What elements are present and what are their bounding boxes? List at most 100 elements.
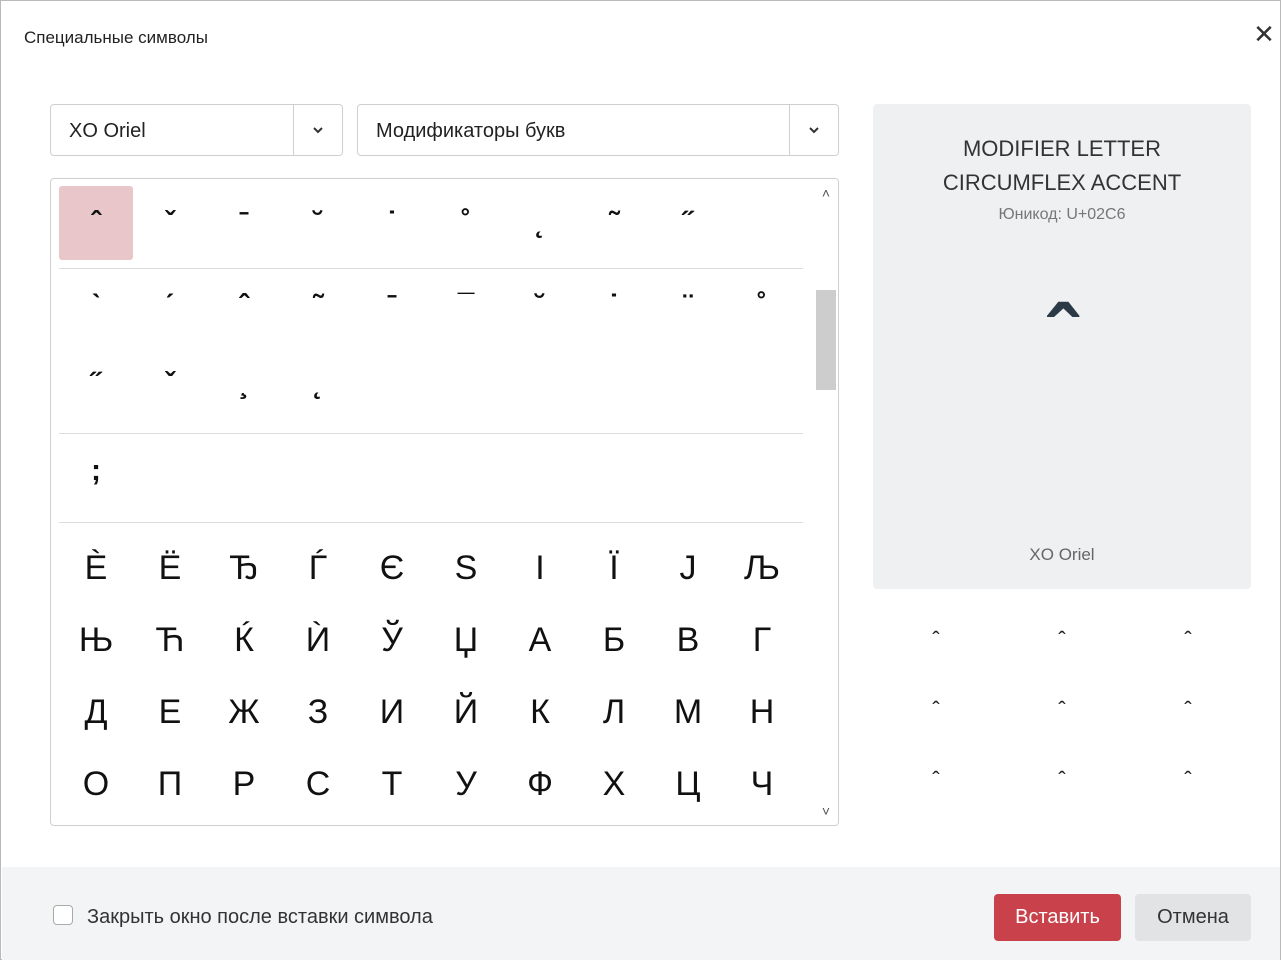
symbol-cell[interactable]: ¨: [651, 269, 725, 343]
symbol-cell[interactable]: И: [355, 676, 429, 748]
symbol-cell[interactable]: С: [281, 748, 355, 820]
close-icon[interactable]: ✕: [1251, 21, 1277, 47]
grid-row: ОПРСТУФХЦЧ: [59, 748, 803, 820]
dialog-title: Специальные символы: [24, 28, 208, 47]
variant-cell[interactable]: ˆ: [999, 606, 1125, 674]
preview-font-name: XO Oriel: [1029, 545, 1095, 564]
symbol-cell[interactable]: Ч: [725, 748, 799, 820]
symbol-cell[interactable]: ˝: [651, 186, 725, 260]
symbol-cell[interactable]: ˊ: [133, 269, 207, 343]
symbol-cell[interactable]: ˆ: [207, 269, 281, 343]
symbol-cell[interactable]: ˇ: [133, 347, 207, 421]
symbol-cell[interactable]: ˘: [503, 269, 577, 343]
symbol-cell[interactable]: ˚: [725, 269, 799, 343]
insert-button[interactable]: Вставить: [994, 894, 1121, 941]
symbol-cell[interactable]: Ќ: [207, 604, 281, 676]
symbol-cell[interactable]: Ђ: [207, 532, 281, 604]
symbol-cell[interactable]: ;: [59, 434, 133, 508]
symbol-cell[interactable]: ¸: [207, 347, 281, 421]
symbol-cell[interactable]: Ћ: [133, 604, 207, 676]
symbol-cell[interactable]: ˋ: [59, 269, 133, 343]
symbol-cell[interactable]: Ѐ: [59, 532, 133, 604]
variant-cell[interactable]: ˆ: [873, 746, 999, 814]
symbol-cell[interactable]: Т: [355, 748, 429, 820]
symbol-cell[interactable]: ˉ: [207, 186, 281, 260]
symbol-cell[interactable]: ˛: [503, 186, 577, 260]
cancel-button[interactable]: Отмена: [1135, 894, 1251, 941]
symbol-cell[interactable]: В: [651, 604, 725, 676]
symbol-cell[interactable]: А: [503, 604, 577, 676]
variant-cell[interactable]: ˆ: [873, 676, 999, 744]
font-variants: ˆˆˆˆˆˆˆˆˆ: [873, 606, 1251, 816]
symbol-cell[interactable]: Ј: [651, 532, 725, 604]
variant-cell[interactable]: ˆ: [1125, 676, 1251, 744]
symbol-cell[interactable]: ˜: [577, 186, 651, 260]
symbol-cell[interactable]: Ф: [503, 748, 577, 820]
symbol-cell[interactable]: Х: [577, 748, 651, 820]
symbol-cell[interactable]: Д: [59, 676, 133, 748]
symbol-grid: ˄ ˅ ˆ ˇ ˉ ˘ ˙ ˚ ˛ ˜ ˝ ˋ ˊ ˆ ˜ ˉ ¯ ˘ ˙ ¨ ˚ ˝ ˇ ¸ ˛; Ѐ Ё Ђ Ѓ Є Ѕ І Ї Ј Љ Њ Ћ…: [50, 178, 839, 826]
symbol-cell[interactable]: Б: [577, 604, 651, 676]
symbol-cell[interactable]: Н: [725, 676, 799, 748]
font-select[interactable]: XO Oriel: [50, 104, 343, 156]
symbol-cell[interactable]: Ѕ: [429, 532, 503, 604]
symbol-cell[interactable]: ¯: [429, 269, 503, 343]
close-after-insert-label: Закрыть окно после вставки символа: [87, 906, 433, 928]
variant-cell[interactable]: ˆ: [1125, 746, 1251, 814]
symbol-cell[interactable]: ˙: [577, 269, 651, 343]
variant-cell[interactable]: ˆ: [999, 746, 1125, 814]
symbol-cell[interactable]: У: [429, 748, 503, 820]
variant-cell[interactable]: ˆ: [873, 606, 999, 674]
symbol-cell[interactable]: І: [503, 532, 577, 604]
symbol-cell[interactable]: Љ: [725, 532, 799, 604]
symbol-cell[interactable]: М: [651, 676, 725, 748]
preview-symbol-name: MODIFIER LETTER CIRCUMFLEX ACCENT: [942, 136, 1182, 195]
category-select[interactable]: Модификаторы букв: [357, 104, 839, 156]
variant-cell[interactable]: ˆ: [999, 676, 1125, 744]
symbol-cell[interactable]: Е: [133, 676, 207, 748]
grid-row: ЊЋЌЍЎЏАБВГ: [59, 604, 803, 676]
scroll-up-icon[interactable]: ˄: [818, 185, 834, 201]
symbol-cell[interactable]: Ж: [207, 676, 281, 748]
symbol-cell[interactable]: Ў: [355, 604, 429, 676]
symbol-cell[interactable]: Њ: [59, 604, 133, 676]
grid-section: ;: [59, 434, 803, 523]
grid-row: ЀЁЂЃЄЅІЇЈЉ: [59, 532, 803, 604]
symbol-cell[interactable]: Г: [725, 604, 799, 676]
symbol-cell[interactable]: ˙: [355, 186, 429, 260]
close-after-insert-checkbox[interactable]: [53, 905, 73, 925]
symbol-cell[interactable]: Ѓ: [281, 532, 355, 604]
grid-scrollbar[interactable]: ˄ ˅: [814, 179, 838, 825]
symbol-cell[interactable]: З: [281, 676, 355, 748]
symbol-cell[interactable]: Є: [355, 532, 429, 604]
chevron-down-icon[interactable]: [293, 105, 342, 155]
symbol-cell[interactable]: ˇ: [133, 186, 207, 260]
symbol-cell[interactable]: ˛: [281, 347, 355, 421]
symbol-cell[interactable]: Й: [429, 676, 503, 748]
grid-row: ДЕЖЗИЙКЛМН: [59, 676, 803, 748]
symbol-cell[interactable]: ˉ: [355, 269, 429, 343]
symbol-cell[interactable]: К: [503, 676, 577, 748]
symbol-cell[interactable]: ˚: [429, 186, 503, 260]
chevron-down-icon[interactable]: [789, 105, 838, 155]
symbol-cell[interactable]: Ї: [577, 532, 651, 604]
variant-cell[interactable]: ˆ: [1125, 606, 1251, 674]
symbol-cell[interactable]: О: [59, 748, 133, 820]
symbol-cell[interactable]: Џ: [429, 604, 503, 676]
symbol-cell[interactable]: Л: [577, 676, 651, 748]
symbol-cell[interactable]: Ц: [651, 748, 725, 820]
symbol-cell[interactable]: Ѝ: [281, 604, 355, 676]
symbol-cell[interactable]: Ё: [133, 532, 207, 604]
symbol-cell[interactable]: ˘: [281, 186, 355, 260]
preview-glyph: ˆ: [1047, 289, 1077, 389]
scroll-thumb[interactable]: [816, 290, 836, 390]
grid-section: ˋ ˊ ˆ ˜ ˉ ¯ ˘ ˙ ¨ ˚ ˝ ˇ ¸ ˛: [59, 269, 803, 434]
symbol-cell[interactable]: ˆ: [59, 186, 133, 260]
grid-section: ˆ ˇ ˉ ˘ ˙ ˚ ˛ ˜ ˝: [59, 186, 803, 269]
symbol-cell[interactable]: П: [133, 748, 207, 820]
preview-unicode-code: Юникод: U+02C6: [998, 206, 1126, 223]
scroll-down-icon[interactable]: ˅: [818, 803, 834, 819]
symbol-cell[interactable]: ˜: [281, 269, 355, 343]
symbol-cell[interactable]: Р: [207, 748, 281, 820]
symbol-cell[interactable]: ˝: [59, 347, 133, 421]
